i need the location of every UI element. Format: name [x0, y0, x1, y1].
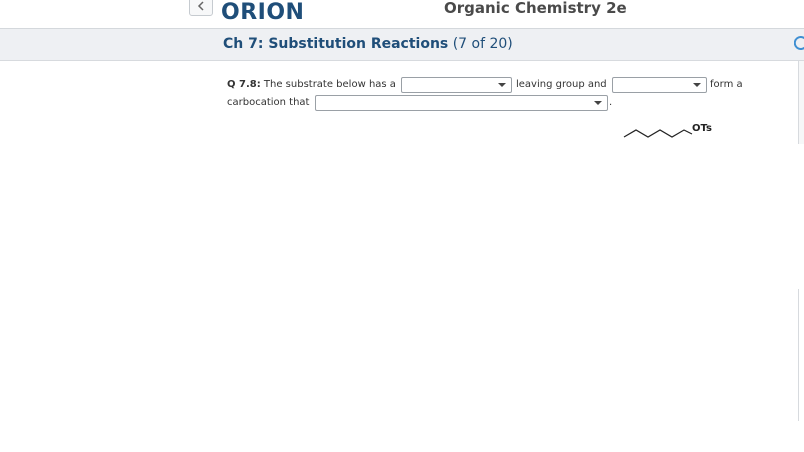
- reactivity-dropdown[interactable]: [612, 77, 707, 93]
- caret-down-icon: [594, 101, 602, 105]
- question-text-1: The substrate below has a: [263, 79, 396, 90]
- book-title: Organic Chemistry 2e: [444, 0, 627, 17]
- page: ORION Organic Chemistry 2e Ch 7: Substit…: [0, 0, 804, 452]
- leaving-group-dropdown[interactable]: [401, 77, 512, 93]
- chapter-progress: (7 of 20): [452, 36, 513, 52]
- carbocation-dropdown[interactable]: [315, 95, 608, 111]
- side-panel-edge: [798, 61, 804, 144]
- top-header: ORION Organic Chemistry 2e: [0, 0, 804, 29]
- question-text-4: carbocation that: [227, 97, 310, 108]
- question-label: Q 7.8:: [227, 79, 261, 90]
- question-line-1: Q 7.8: The substrate below has a: [227, 78, 396, 92]
- chevron-left-icon: [197, 1, 204, 11]
- side-panel-edge-lower: [798, 289, 804, 421]
- ots-label: OTs: [692, 123, 712, 134]
- question-text-5: .: [609, 97, 613, 108]
- refresh-icon[interactable]: [794, 36, 804, 50]
- substrate-structure: [623, 129, 693, 138]
- chapter-title: Ch 7: Substitution Reactions (7 of 20): [223, 35, 513, 53]
- orion-logo[interactable]: ORION: [221, 0, 304, 26]
- question-text-2: leaving group and: [516, 79, 607, 90]
- question-text-3: form a: [710, 79, 743, 90]
- chapter-name: Ch 7: Substitution Reactions: [223, 36, 449, 52]
- back-button[interactable]: [189, 0, 213, 16]
- chapter-bar: Ch 7: Substitution Reactions (7 of 20): [0, 29, 804, 61]
- caret-down-icon: [693, 83, 701, 87]
- caret-down-icon: [498, 83, 506, 87]
